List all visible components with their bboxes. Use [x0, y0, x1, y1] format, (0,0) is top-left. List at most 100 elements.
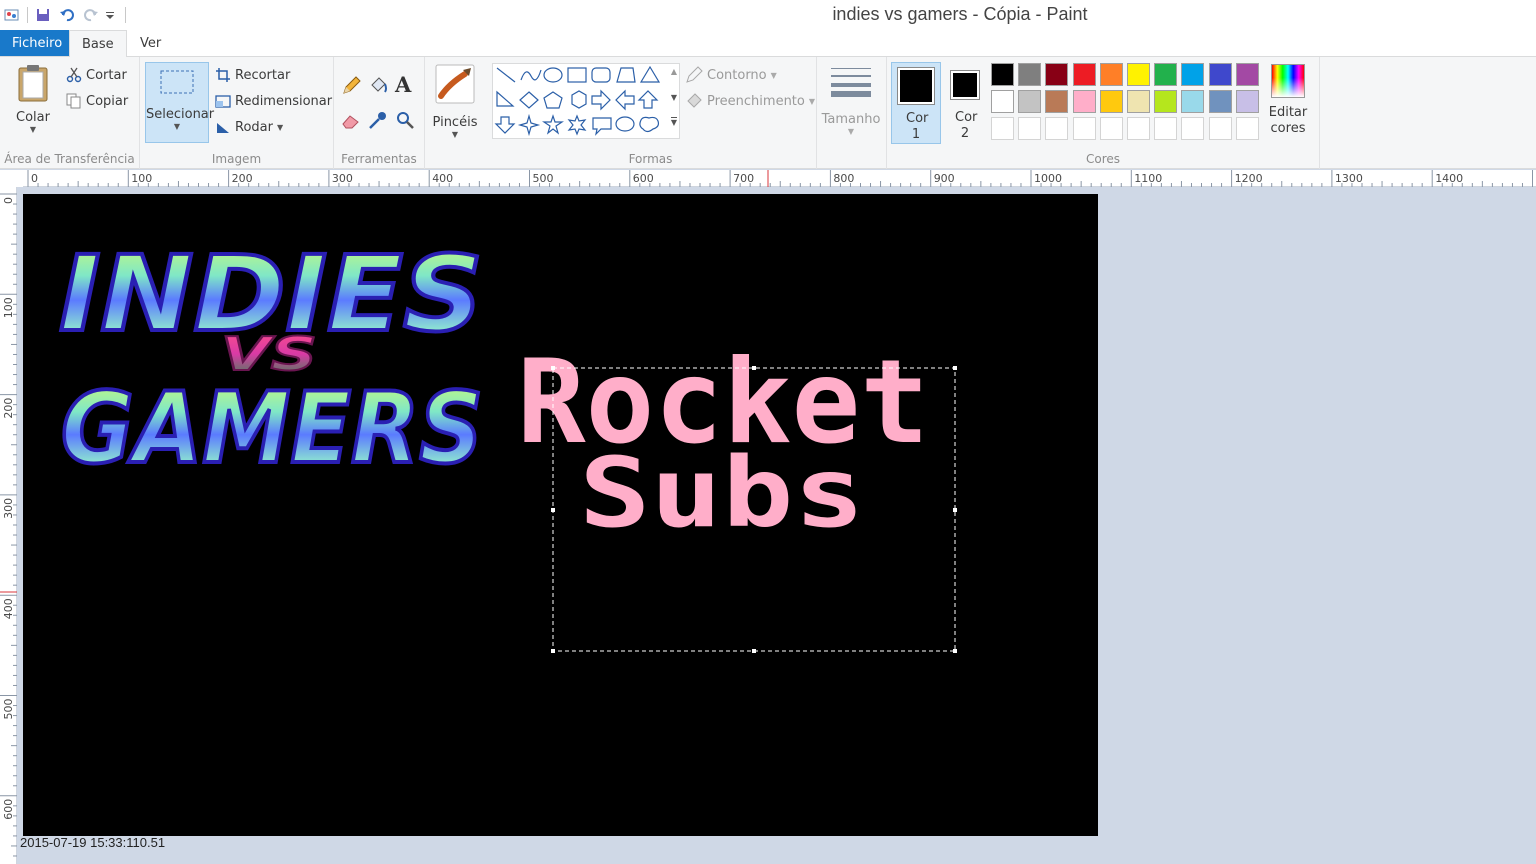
brushes-button[interactable]: Pincéis ▼: [431, 64, 479, 146]
palette-swatch[interactable]: [991, 90, 1014, 113]
magnifier-icon: [397, 112, 414, 129]
pencil-tool[interactable]: [341, 75, 361, 97]
palette-swatch[interactable]: [1154, 63, 1178, 86]
ruler-label: 1000: [1034, 172, 1062, 185]
color1-swatch: [897, 67, 935, 105]
oval-callout-shape-icon: [615, 116, 635, 132]
palette-empty-slot[interactable]: [1181, 117, 1205, 140]
eraser-tool[interactable]: [341, 109, 361, 131]
crop-button[interactable]: Recortar: [215, 64, 290, 86]
polygon-shape-icon: [616, 67, 636, 83]
ruler-label: 300: [2, 498, 15, 519]
text-tool[interactable]: A: [395, 72, 411, 97]
palette-empty-slot[interactable]: [1099, 117, 1123, 140]
redo-icon[interactable]: [79, 4, 103, 26]
ruler-label: 200: [2, 398, 15, 419]
rect-callout-shape-icon: [592, 117, 612, 136]
save-icon[interactable]: [31, 4, 55, 26]
color-palette: [991, 63, 1271, 145]
size-group: Tamanho ▼: [817, 57, 887, 169]
palette-swatch[interactable]: [1127, 63, 1150, 86]
resize-icon: [215, 95, 231, 108]
rotate-button[interactable]: Rodar ▼: [215, 116, 283, 138]
magnifier-tool[interactable]: [395, 109, 415, 131]
chevron-down-icon: ▼: [808, 96, 816, 106]
palette-swatch[interactable]: [1208, 90, 1232, 113]
ruler-label: 300: [332, 172, 353, 185]
palette-swatch[interactable]: [1154, 90, 1178, 113]
palette-empty-slot[interactable]: [1154, 117, 1178, 140]
chevron-down-icon: ▼: [770, 70, 777, 80]
size-button[interactable]: Tamanho ▼: [821, 65, 881, 145]
palette-swatch[interactable]: [1045, 90, 1069, 113]
ruler-label: 600: [633, 172, 654, 185]
palette-swatch[interactable]: [1072, 63, 1096, 86]
copy-button[interactable]: Copiar: [66, 90, 128, 112]
clipboard-group: Colar ▼ Cortar Copiar Área de Transferên…: [0, 57, 140, 169]
edit-colors-button[interactable]: Editar cores: [1262, 64, 1314, 146]
palette-swatch[interactable]: [1235, 63, 1259, 86]
image-group-label: Imagem: [211, 152, 262, 166]
palette-empty-slot[interactable]: [1235, 117, 1259, 140]
palette-empty-slot[interactable]: [1018, 117, 1042, 140]
palette-swatch[interactable]: [1045, 63, 1069, 86]
palette-swatch[interactable]: [1235, 90, 1259, 113]
select-button[interactable]: Selecionar ▼: [145, 62, 215, 143]
ruler-label: 900: [934, 172, 955, 185]
palette-empty-slot[interactable]: [991, 117, 1014, 140]
palette-swatch[interactable]: [1099, 63, 1123, 86]
palette-empty-slot[interactable]: [1208, 117, 1232, 140]
fill-tool[interactable]: [368, 75, 388, 97]
undo-icon[interactable]: [55, 4, 79, 26]
palette-swatch[interactable]: [1208, 63, 1232, 86]
paste-button[interactable]: Colar ▼: [8, 63, 58, 145]
palette-swatch[interactable]: [1181, 90, 1205, 113]
rotate-icon: [217, 123, 229, 133]
pentagon-shape-icon: [543, 91, 563, 109]
ruler-label: 0: [31, 172, 38, 185]
logo-line2: GAMERS: [61, 372, 483, 486]
paint-app-icon[interactable]: [0, 4, 24, 26]
palette-swatch[interactable]: [1018, 63, 1042, 86]
palette-empty-slot[interactable]: [1045, 117, 1069, 140]
gallery-scroll-up[interactable]: ▲: [671, 67, 677, 76]
customize-toolbar-icon[interactable]: [103, 4, 117, 26]
outline-button[interactable]: Contorno ▼: [685, 64, 777, 86]
ruler-label: 1200: [1235, 172, 1263, 185]
clipboard-icon: [18, 65, 48, 102]
gallery-expand[interactable]: ▼: [670, 117, 677, 127]
triangle-shape-icon: [639, 65, 661, 83]
five-point-star-shape-icon: [542, 114, 564, 135]
timestamp-overlay: 2015-07-19 15:33:110.51: [20, 835, 166, 850]
color1-button[interactable]: Cor 1: [891, 62, 941, 144]
tools-group-label: Ferramentas: [341, 152, 417, 166]
tab-file[interactable]: Ficheiro: [0, 30, 75, 56]
drawing-canvas[interactable]: INDIES VS GAMERS Rocket Subs: [23, 194, 1098, 836]
gallery-scroll-down[interactable]: ▼: [671, 93, 677, 102]
color2-button[interactable]: Cor 2: [943, 62, 987, 144]
copy-icon: [66, 93, 81, 109]
ruler-label: 100: [131, 172, 152, 185]
select-label: Selecionar: [146, 107, 215, 122]
chevron-down-icon: ▼: [276, 122, 284, 132]
color-picker-tool[interactable]: [368, 109, 388, 131]
palette-empty-slot[interactable]: [1127, 117, 1150, 140]
cloud-callout-shape-icon: [639, 116, 660, 133]
palette-swatch[interactable]: [1018, 90, 1042, 113]
palette-swatch[interactable]: [1099, 90, 1123, 113]
cut-button[interactable]: Cortar: [66, 64, 127, 86]
palette-swatch[interactable]: [1072, 90, 1096, 113]
palette-swatch[interactable]: [991, 63, 1014, 86]
palette-swatch[interactable]: [1181, 63, 1205, 86]
resize-button[interactable]: Redimensionar: [215, 90, 332, 112]
palette-swatch[interactable]: [1127, 90, 1150, 113]
fill-button[interactable]: Preenchimento ▼: [685, 90, 815, 112]
pencil-icon: [343, 76, 361, 94]
ruler-label: 400: [2, 598, 15, 619]
palette-empty-slot[interactable]: [1072, 117, 1096, 140]
tab-home[interactable]: Base: [69, 30, 127, 58]
rounded-rectangle-shape-icon: [591, 67, 611, 83]
vertical-ruler: 0 100 200 300 400 500 600: [0, 187, 17, 864]
tab-view[interactable]: Ver: [128, 30, 173, 57]
color2-swatch: [950, 70, 980, 100]
